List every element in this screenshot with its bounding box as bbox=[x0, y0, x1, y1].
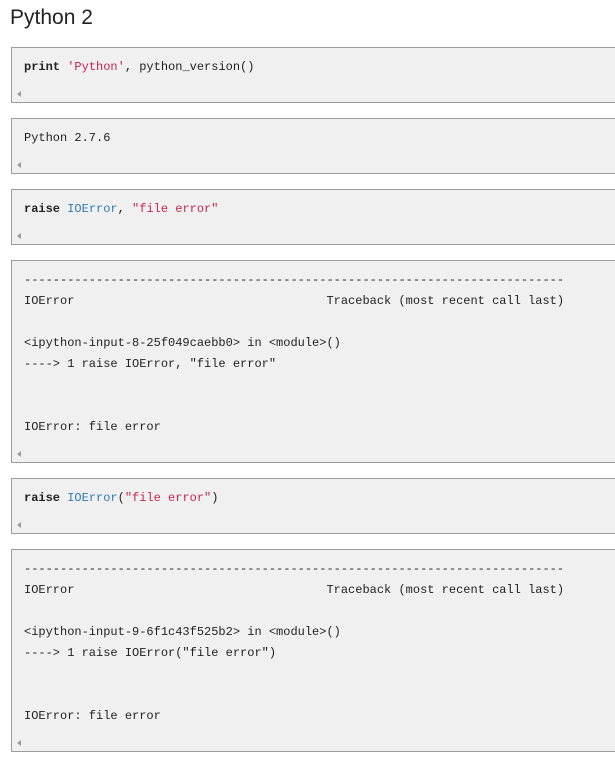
output-line: Python 2.7.6 bbox=[24, 131, 111, 145]
traceback-separator: ----------------------------------------… bbox=[24, 562, 565, 576]
page-heading: Python 2 bbox=[10, 6, 93, 29]
scroll-left-icon[interactable] bbox=[17, 740, 21, 746]
close-paren: ) bbox=[211, 491, 219, 505]
code-cell-raise-comma[interactable]: raise IOError, "file error" bbox=[11, 189, 615, 245]
keyword-raise: raise bbox=[24, 491, 61, 505]
open-paren: ( bbox=[117, 491, 125, 505]
scroll-left-icon[interactable] bbox=[17, 91, 21, 97]
code-content: raise IOError("file error") bbox=[24, 488, 218, 509]
traceback-header: IOError Traceback (most recent call last… bbox=[24, 294, 565, 308]
string-literal: "file error" bbox=[132, 202, 219, 216]
keyword-raise: raise bbox=[24, 202, 61, 216]
code-cell-print-version[interactable]: print 'Python', python_version() bbox=[11, 47, 615, 103]
scroll-left-icon[interactable] bbox=[17, 451, 21, 457]
error-message: IOError: file error bbox=[24, 709, 161, 723]
traceback-content: ----------------------------------------… bbox=[24, 270, 564, 438]
comma: , bbox=[117, 202, 133, 216]
code-content: raise IOError, "file error" bbox=[24, 199, 218, 220]
traceback-location: <ipython-input-9-6f1c43f525b2> in <modul… bbox=[24, 625, 341, 639]
scroll-left-icon[interactable] bbox=[17, 233, 21, 239]
traceback-content: ----------------------------------------… bbox=[24, 559, 564, 727]
string-literal: 'Python' bbox=[67, 60, 125, 74]
code-cell-raise-call[interactable]: raise IOError("file error") bbox=[11, 478, 615, 534]
code-content: print 'Python', python_version() bbox=[24, 57, 254, 78]
scroll-left-icon[interactable] bbox=[17, 162, 21, 168]
code-rest: , python_version() bbox=[124, 60, 255, 74]
traceback-separator: ----------------------------------------… bbox=[24, 273, 565, 287]
keyword-print: print bbox=[24, 60, 61, 74]
builtin-name: IOError bbox=[67, 202, 118, 216]
string-literal: "file error" bbox=[124, 491, 212, 505]
traceback-location: <ipython-input-8-25f049caebb0> in <modul… bbox=[24, 336, 341, 350]
output-cell-traceback-2: ----------------------------------------… bbox=[11, 549, 615, 752]
error-message: IOError: file error bbox=[24, 420, 161, 434]
builtin-name: IOError bbox=[67, 491, 118, 505]
traceback-arrow-line: ----> 1 raise IOError, "file error" bbox=[24, 357, 277, 371]
traceback-header: IOError Traceback (most recent call last… bbox=[24, 583, 565, 597]
output-content: Python 2.7.6 bbox=[24, 128, 110, 149]
traceback-arrow-line: ----> 1 raise IOError("file error") bbox=[24, 646, 277, 660]
scroll-left-icon[interactable] bbox=[17, 522, 21, 528]
output-cell-version: Python 2.7.6 bbox=[11, 118, 615, 174]
output-cell-traceback-1: ----------------------------------------… bbox=[11, 260, 615, 463]
